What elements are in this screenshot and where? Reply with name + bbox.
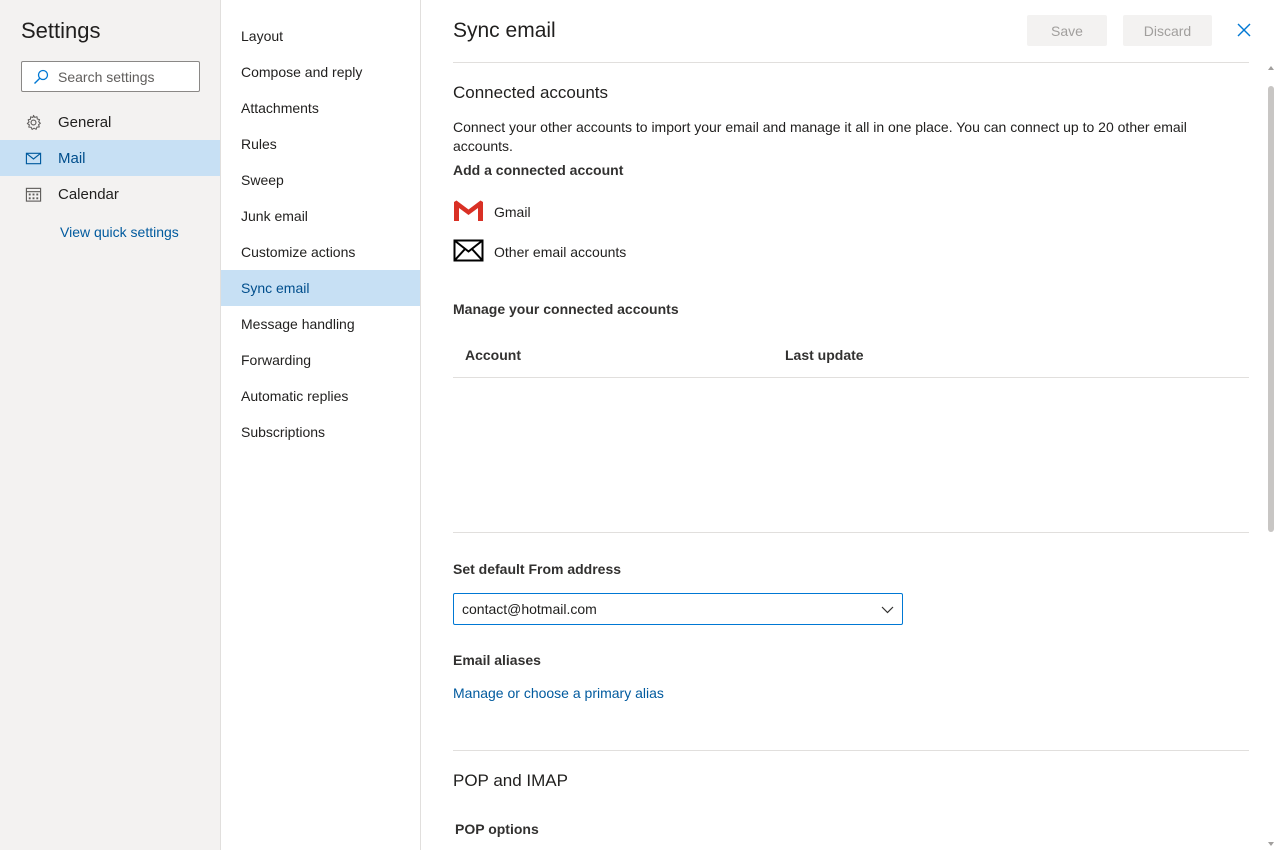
category-junk-email[interactable]: Junk email	[221, 198, 420, 234]
category-sync-email[interactable]: Sync email	[221, 270, 420, 306]
page-title: Sync email	[453, 19, 556, 42]
mail-category-pane: Layout Compose and reply Attachments Rul…	[221, 0, 421, 850]
close-icon[interactable]	[1236, 22, 1252, 38]
connected-accounts-description: Connect your other accounts to import yo…	[453, 119, 1187, 154]
scroll-up-arrow-icon[interactable]	[1268, 66, 1274, 70]
nav-label-calendar: Calendar	[58, 186, 119, 203]
category-attachments[interactable]: Attachments	[221, 90, 420, 126]
mail-category-list: Layout Compose and reply Attachments Rul…	[221, 18, 420, 450]
category-automatic-replies[interactable]: Automatic replies	[221, 378, 420, 414]
pop-imap-heading: POP and IMAP	[453, 771, 568, 790]
view-quick-settings-link[interactable]: View quick settings	[60, 224, 179, 240]
envelope-icon	[453, 239, 484, 262]
nav-item-calendar[interactable]: Calendar	[0, 176, 220, 212]
discard-button[interactable]: Discard	[1123, 15, 1212, 46]
search-icon	[34, 69, 49, 84]
scroll-thumb[interactable]	[1268, 86, 1274, 532]
search-input[interactable]	[58, 62, 196, 91]
connected-accounts-table-header: Account Last update	[453, 338, 1249, 378]
gear-icon	[26, 114, 41, 130]
category-customize-actions[interactable]: Customize actions	[221, 234, 420, 270]
default-from-value: contact@hotmail.com	[462, 601, 597, 617]
default-from-label: Set default From address	[453, 561, 622, 577]
manage-alias-link[interactable]: Manage or choose a primary alias	[453, 685, 664, 701]
manage-connected-accounts-label: Manage your connected accounts	[453, 301, 679, 317]
add-gmail-account[interactable]: Gmail	[453, 198, 713, 226]
section-divider	[453, 750, 1249, 751]
category-rules[interactable]: Rules	[221, 126, 420, 162]
pop-options-label: POP options	[455, 821, 539, 837]
settings-sidebar: Settings General Mail	[0, 0, 221, 850]
mail-icon	[25, 152, 42, 165]
chevron-down-icon	[881, 606, 894, 614]
email-aliases-label: Email aliases	[453, 652, 541, 668]
settings-nav: General Mail Calendar	[0, 104, 220, 212]
category-layout[interactable]: Layout	[221, 18, 420, 54]
scrollbar[interactable]	[1266, 66, 1276, 848]
category-forwarding[interactable]: Forwarding	[221, 342, 420, 378]
add-other-email-account[interactable]: Other email accounts	[453, 238, 713, 266]
other-email-accounts-label: Other email accounts	[494, 244, 627, 260]
calendar-icon	[25, 187, 42, 202]
gmail-label: Gmail	[494, 204, 531, 220]
category-compose-and-reply[interactable]: Compose and reply	[221, 54, 420, 90]
search-box[interactable]	[21, 61, 200, 92]
category-sweep[interactable]: Sweep	[221, 162, 420, 198]
nav-item-general[interactable]: General	[0, 104, 220, 140]
column-header-account: Account	[465, 347, 521, 363]
save-button[interactable]: Save	[1027, 15, 1107, 46]
sync-email-panel: Sync email Save Discard Connected accoun…	[421, 0, 1283, 850]
scroll-down-arrow-icon[interactable]	[1268, 842, 1274, 846]
nav-item-mail[interactable]: Mail	[0, 140, 220, 176]
column-header-last-update: Last update	[785, 347, 864, 363]
settings-title: Settings	[21, 18, 101, 43]
nav-label-mail: Mail	[58, 150, 86, 167]
add-connected-account-label: Add a connected account	[453, 162, 624, 178]
table-divider	[453, 532, 1249, 533]
connected-accounts-heading: Connected accounts	[453, 83, 608, 102]
gmail-icon	[454, 200, 483, 221]
default-from-dropdown[interactable]: contact@hotmail.com	[453, 593, 903, 625]
category-message-handling[interactable]: Message handling	[221, 306, 420, 342]
header-divider	[453, 62, 1249, 63]
category-subscriptions[interactable]: Subscriptions	[221, 414, 420, 450]
nav-label-general: General	[58, 114, 112, 131]
